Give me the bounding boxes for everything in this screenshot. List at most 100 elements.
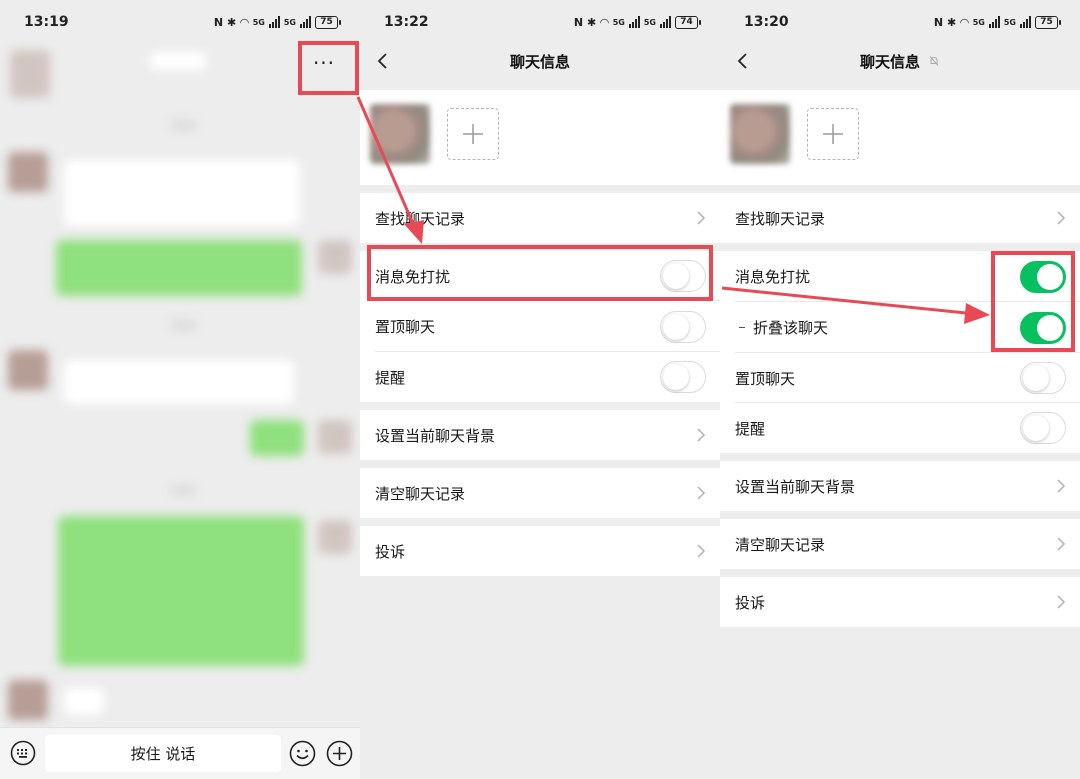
status-time: 13:20 (744, 14, 789, 30)
row-report[interactable]: 投诉 (360, 526, 720, 576)
blurred-avatar (10, 50, 50, 98)
blurred-timestamp (170, 120, 196, 130)
highlight-more-button (298, 41, 359, 95)
blurred-message (58, 516, 304, 666)
blurred-message (64, 360, 294, 404)
battery-icon: 74 (675, 15, 701, 29)
chevron-right-icon (1056, 210, 1066, 226)
row-clear-history[interactable]: 清空聊天记录 (720, 519, 1080, 569)
row-clear-history[interactable]: 清空聊天记录 (360, 468, 720, 518)
blurred-avatar (318, 520, 352, 554)
status-time: 13:19 (24, 14, 69, 30)
status-bar: 13:20 N ✱ ◠ 5G 5G 75 (720, 0, 1080, 44)
row-label: 提醒 (375, 368, 406, 387)
status-icons: N ✱ ◠ 5G 5G 75 (214, 15, 341, 29)
hold-to-talk-button[interactable]: 按住 说话 (45, 735, 281, 772)
add-member-button[interactable] (807, 108, 859, 160)
5g-label: 5G (972, 17, 985, 27)
signal-icon (988, 16, 1000, 28)
nfc-icon: N (933, 15, 944, 29)
chevron-right-icon (1056, 594, 1066, 610)
back-icon (377, 53, 387, 69)
row-label: 提醒 (735, 419, 766, 438)
row-label: 清空聊天记录 (735, 535, 826, 554)
blurred-avatar (8, 350, 48, 390)
row-label: 投诉 (735, 593, 766, 612)
chevron-right-icon (696, 543, 706, 559)
blurred-message (250, 420, 304, 456)
signal-icon (300, 16, 311, 28)
row-label: 投诉 (375, 542, 406, 561)
chevron-right-icon (696, 485, 706, 501)
5g-label: 5G (1003, 17, 1016, 27)
status-icons: N ✱ ◠ 5G 5G 74 (573, 15, 701, 29)
row-chat-background[interactable]: 设置当前聊天背景 (360, 410, 720, 460)
row-label: 设置当前聊天背景 (735, 477, 856, 496)
chevron-right-icon (1056, 478, 1066, 494)
signal-icon (1020, 16, 1031, 28)
plus-icon[interactable] (326, 740, 353, 767)
5g-label: 5G (643, 17, 656, 27)
blurred-avatar (8, 680, 48, 720)
bluetooth-icon: ✱ (947, 15, 957, 29)
input-bar: 按住 说话 (0, 727, 360, 779)
add-member-icon (823, 124, 843, 144)
row-remind: 提醒 (360, 352, 720, 402)
battery-icon: 75 (315, 15, 341, 29)
chat-screen: 13:19 N ✱ ◠ 5G 5G 75 ··· 按住 说话 (0, 0, 360, 779)
highlight-enabled-toggles (991, 251, 1075, 352)
keyboard-icon[interactable] (10, 740, 36, 766)
signal-icon (268, 16, 280, 28)
members-section (720, 90, 1080, 185)
page-title: 聊天信息 (509, 52, 570, 71)
sub-item-dash (739, 327, 745, 328)
nfc-icon: N (573, 15, 584, 29)
row-label: 设置当前聊天背景 (375, 426, 496, 445)
row-remind: 提醒 (720, 403, 1080, 453)
row-label: 查找聊天记录 (375, 209, 466, 228)
wifi-icon: ◠ (240, 15, 249, 29)
chevron-right-icon (1056, 536, 1066, 552)
back-button[interactable] (370, 47, 396, 75)
battery-icon: 75 (1035, 15, 1061, 29)
members-section (360, 90, 720, 185)
row-report[interactable]: 投诉 (720, 577, 1080, 627)
blurred-avatar (8, 152, 48, 192)
blurred-title (150, 52, 206, 70)
chevron-right-icon (696, 210, 706, 226)
row-chat-background[interactable]: 设置当前聊天背景 (720, 461, 1080, 511)
nav-bar: 聊天信息 (360, 44, 720, 78)
blurred-message (64, 160, 300, 226)
signal-icon (628, 16, 640, 28)
add-member-button[interactable] (447, 108, 499, 160)
status-icons: N ✱ ◠ 5G 5G 75 (933, 15, 1061, 29)
row-search-history[interactable]: 查找聊天记录 (720, 193, 1080, 243)
pin-toggle[interactable] (1020, 362, 1066, 394)
5g-label: 5G (612, 17, 625, 27)
row-label: 置顶聊天 (735, 369, 796, 388)
5g-label: 5G (283, 17, 296, 27)
row-label: 置顶聊天 (375, 318, 436, 336)
status-bar: 13:22 N ✱ ◠ 5G 5G 74 (360, 0, 720, 44)
wifi-icon: ◠ (600, 15, 609, 29)
remind-toggle[interactable] (1020, 412, 1066, 444)
add-member-icon (463, 124, 483, 144)
blurred-timestamp (170, 320, 196, 330)
member-avatar[interactable] (370, 104, 430, 164)
chat-info-screen-before: 13:22 N ✱ ◠ 5G 5G 74 聊天信息 查找聊天记录 消息免打扰 置… (360, 0, 720, 779)
back-icon (737, 53, 747, 69)
back-button[interactable] (730, 47, 756, 75)
nav-bar: 聊天信息 (720, 44, 1080, 78)
pin-toggle[interactable] (660, 310, 706, 343)
5g-label: 5G (252, 17, 265, 27)
emoji-icon[interactable] (289, 740, 316, 767)
bluetooth-icon: ✱ (227, 15, 237, 29)
mute-bell-icon (929, 56, 939, 66)
status-time: 13:22 (384, 14, 429, 30)
row-search-history[interactable]: 查找聊天记录 (360, 193, 720, 243)
remind-toggle[interactable] (660, 361, 706, 393)
page-title: 聊天信息 (859, 52, 920, 71)
signal-icon (660, 16, 671, 28)
row-pin-chat: 置顶聊天 (360, 301, 720, 352)
member-avatar[interactable] (730, 104, 790, 164)
